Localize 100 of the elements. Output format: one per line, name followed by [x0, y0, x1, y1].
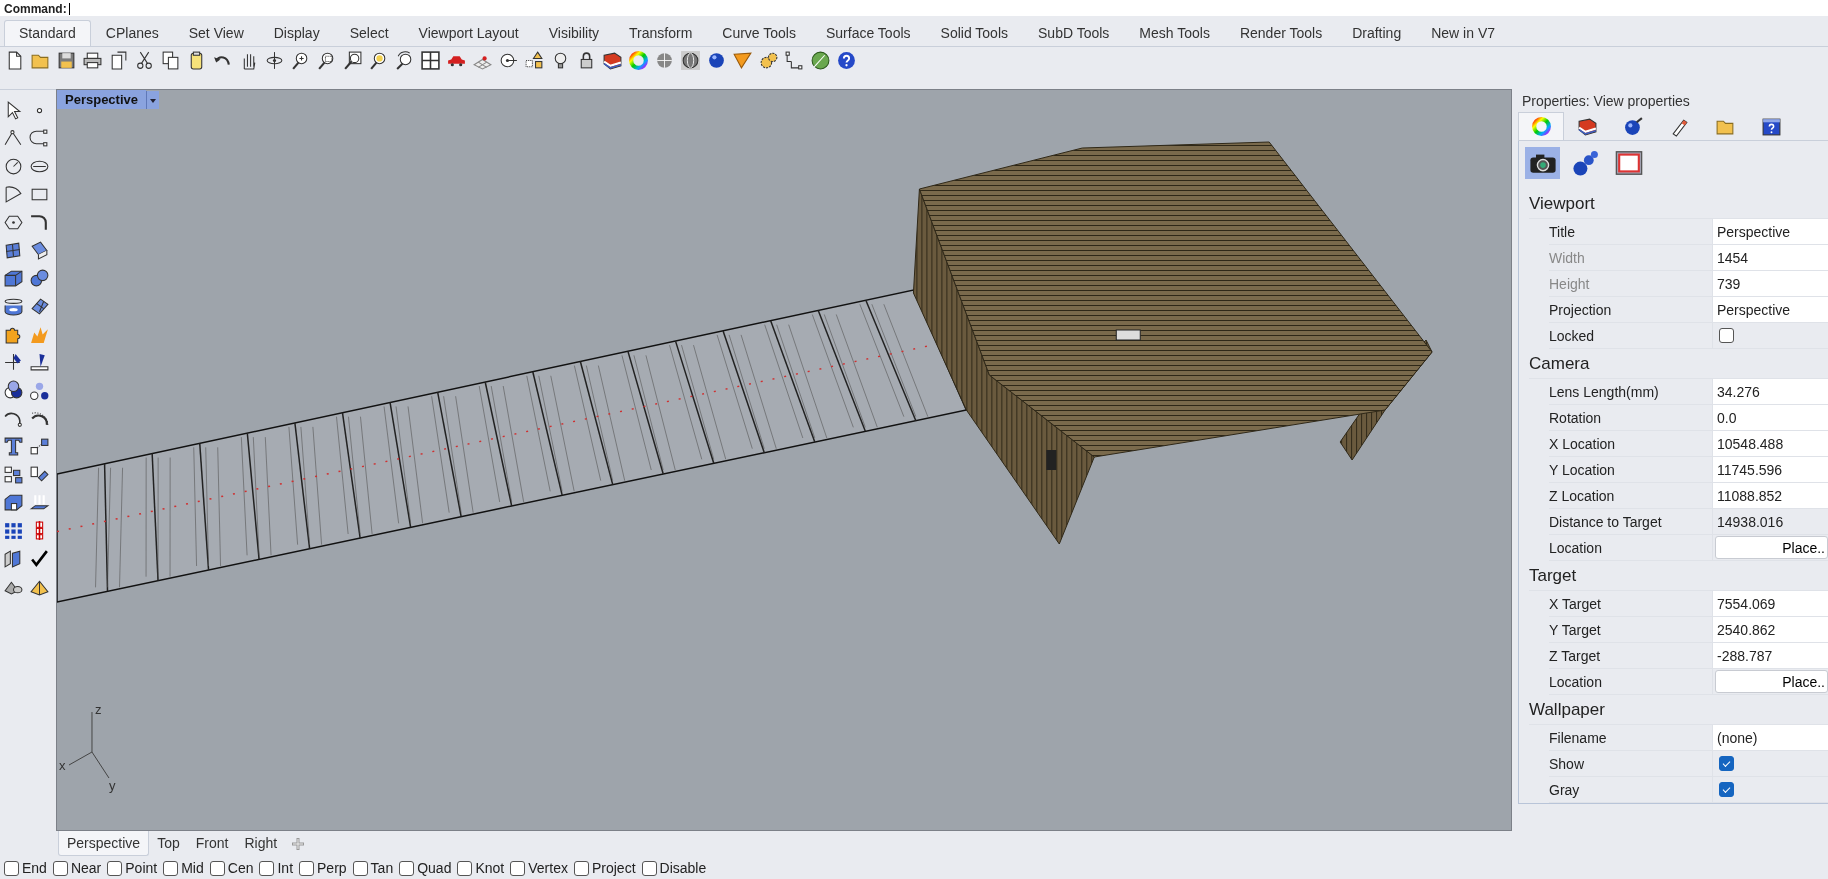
page-button[interactable]: [1525, 147, 1560, 179]
split-icon[interactable]: [28, 351, 50, 373]
trim-icon[interactable]: [2, 351, 24, 373]
property-label: Distance to Target: [1549, 509, 1713, 534]
property-label: Location: [1549, 535, 1713, 560]
value-field[interactable]: 7554.069: [1713, 591, 1828, 616]
checkbox[interactable]: [209, 860, 225, 876]
text-icon[interactable]: [2, 435, 24, 457]
viewport-title[interactable]: Perspective: [57, 90, 146, 109]
control-point-curve-icon[interactable]: [28, 127, 50, 149]
value-field[interactable]: (none): [1713, 725, 1828, 750]
boolean-icon[interactable]: [2, 379, 24, 401]
scissors-icon[interactable]: [134, 50, 155, 71]
checkbox[interactable]: [1719, 756, 1734, 771]
toolbar-tab[interactable]: Render Tools: [1224, 20, 1338, 46]
checkbox[interactable]: [352, 860, 368, 876]
checkbox[interactable]: [1719, 782, 1734, 797]
color-wheel-icon[interactable]: [628, 50, 649, 71]
spheres-icon: [1571, 149, 1600, 177]
checkbox-label: Mid: [181, 860, 204, 876]
checkbox[interactable]: [399, 860, 415, 876]
toolbar-tab[interactable]: Drafting: [1337, 20, 1417, 46]
shapes-icon[interactable]: [524, 50, 545, 71]
help-icon[interactable]: [836, 50, 857, 71]
value-field[interactable]: 10548.488: [1713, 431, 1828, 456]
toolbar-tab[interactable]: Curve Tools: [707, 20, 811, 46]
toolbar-tab[interactable]: Standard: [4, 20, 91, 46]
cone-icon[interactable]: [732, 50, 753, 71]
checkbox[interactable]: [641, 860, 657, 876]
checkbox-label: Cen: [227, 860, 254, 876]
wire-sphere-icon[interactable]: [680, 50, 701, 71]
viewport-tab[interactable]: Top: [149, 831, 188, 855]
globe-icon[interactable]: [810, 50, 831, 71]
checkbox-label: Knot: [475, 860, 505, 876]
checkbox-label: Near: [70, 860, 102, 876]
viewport-tab[interactable]: Perspective: [58, 831, 150, 856]
property-label: Show: [1549, 751, 1713, 776]
shaded-sphere-icon[interactable]: [706, 50, 727, 71]
checkbox[interactable]: [299, 860, 315, 876]
viewport-tab[interactable]: Front: [187, 831, 237, 855]
sphere-with-arrow-icon: [1622, 116, 1644, 137]
axis-label: y: [108, 778, 116, 793]
toolbar-tab[interactable]: Set View: [173, 20, 259, 46]
four-viewports-icon[interactable]: [420, 50, 441, 71]
bent-surface-icon[interactable]: [28, 239, 50, 261]
checkbox-label: Point: [125, 860, 158, 876]
value-field[interactable]: 2540.862: [1713, 617, 1828, 642]
checkbox[interactable]: [107, 860, 123, 876]
toolbar-tab[interactable]: CPlanes: [90, 20, 174, 46]
dropdown-caret-icon[interactable]: [146, 90, 159, 109]
toolbar-tab[interactable]: Transform: [614, 20, 708, 46]
checkbox[interactable]: [4, 860, 19, 876]
layers-icon[interactable]: [602, 50, 623, 71]
rotate-icon[interactable]: [264, 50, 285, 71]
checkbox[interactable]: [573, 860, 589, 876]
panel-title: Properties: View properties: [1521, 92, 1691, 111]
command-prompt: Command:: [4, 2, 67, 16]
checkbox-label: Int: [277, 860, 294, 876]
checkbox[interactable]: [163, 860, 179, 876]
zoom-extents-icon[interactable]: [342, 50, 363, 71]
value-field[interactable]: -288.787: [1713, 643, 1828, 668]
help-window-icon: [1760, 116, 1782, 137]
checkbox-label: Project: [591, 860, 636, 876]
checkbox[interactable]: [52, 860, 68, 876]
toolbar-tab[interactable]: Viewport Layout: [403, 20, 534, 46]
checkbox[interactable]: [510, 860, 526, 876]
value-field[interactable]: 11745.596: [1713, 457, 1828, 482]
toolbar-tab[interactable]: Solid Tools: [925, 20, 1023, 46]
toolbar-tab[interactable]: Visibility: [533, 20, 615, 46]
axis-label: x: [59, 758, 66, 773]
toolbar-tab[interactable]: Mesh Tools: [1124, 20, 1225, 46]
toolbar-tab[interactable]: SubD Tools: [1023, 20, 1125, 46]
checkbox-label: Perp: [317, 860, 347, 876]
copy-icon[interactable]: [160, 50, 181, 71]
place-button[interactable]: Place..: [1715, 536, 1828, 559]
toolbar-tab[interactable]: Select: [334, 20, 404, 46]
spheres-icon[interactable]: [28, 267, 50, 289]
toolbar-tab[interactable]: Display: [258, 20, 335, 46]
checkbox-label: Tan: [370, 860, 394, 876]
sphere-icon[interactable]: [654, 50, 675, 71]
viewport-tab[interactable]: Right: [236, 831, 286, 855]
value-field[interactable]: 34.276: [1713, 379, 1828, 404]
checkbox[interactable]: [259, 860, 275, 876]
checkbox[interactable]: [457, 860, 473, 876]
value-field[interactable]: 0.0: [1713, 405, 1828, 430]
toolbar-tab[interactable]: New in V7: [1416, 20, 1510, 46]
place-button[interactable]: Place..: [1715, 670, 1828, 693]
printer-icon[interactable]: [82, 50, 103, 71]
value-text: 14938.016: [1716, 512, 1785, 532]
dimension-icon[interactable]: [784, 50, 805, 71]
toolbar-tab[interactable]: Surface Tools: [811, 20, 926, 46]
gears-icon[interactable]: [758, 50, 779, 71]
value-field[interactable]: Perspective: [1713, 219, 1828, 244]
value-field[interactable]: 11088.852: [1713, 483, 1828, 508]
property-label: Locked: [1549, 323, 1713, 348]
property-label: Gray: [1549, 777, 1713, 802]
viewport[interactable]: Perspective z x y: [56, 89, 1512, 831]
checkbox[interactable]: [1719, 328, 1734, 343]
mesh-plane-icon[interactable]: [28, 295, 50, 317]
value-field[interactable]: Perspective: [1713, 297, 1828, 322]
